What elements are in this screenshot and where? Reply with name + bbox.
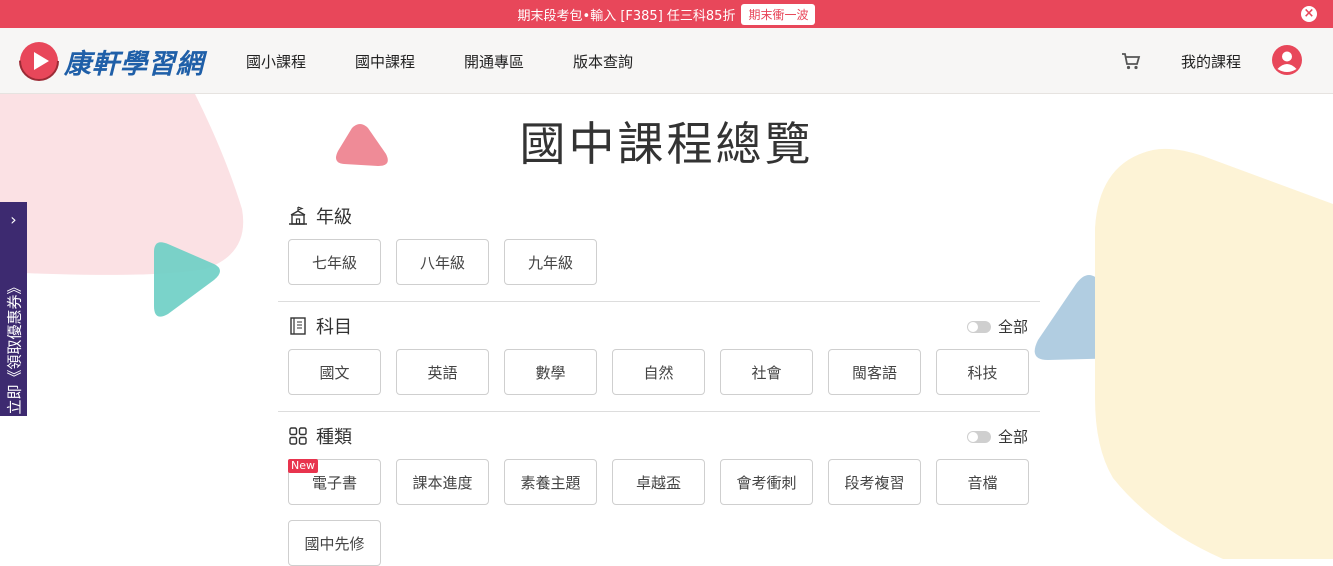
nav-item-junior-high[interactable]: 國中課程: [355, 51, 415, 72]
cart-icon[interactable]: [1121, 52, 1141, 70]
new-badge: New: [288, 459, 318, 473]
category-label: 種類: [316, 427, 352, 448]
category-option-literacy[interactable]: 素養主題: [504, 459, 597, 505]
chevron-right-icon: ›: [10, 210, 17, 229]
subject-option-math[interactable]: 數學: [504, 349, 597, 395]
section-divider: [278, 411, 1040, 412]
subject-option-minnan-hakka[interactable]: 閩客語: [828, 349, 921, 395]
category-all-toggle[interactable]: 全部: [966, 426, 1028, 447]
subject-option-chinese[interactable]: 國文: [288, 349, 381, 395]
subject-section: 科目 全部 國文 英語 數學 自然 社會 閩客語 科技: [278, 314, 1040, 414]
grade-section: 年級 七年級 八年級 九年級: [278, 204, 1040, 304]
nav-item-version-lookup[interactable]: 版本查詢: [573, 51, 633, 72]
decor-yellow-shape: [1095, 148, 1333, 559]
category-option-excellence-cup[interactable]: 卓越盃: [612, 459, 705, 505]
logo-text: 康軒學習網: [64, 48, 204, 80]
toggle-switch[interactable]: [966, 430, 991, 443]
category-option-exam-sprint[interactable]: 會考衝刺: [720, 459, 813, 505]
section-divider: [278, 301, 1040, 302]
promo-cta-button[interactable]: 期末衝一波: [741, 3, 816, 25]
category-option-preview[interactable]: 國中先修: [288, 520, 381, 566]
site-header: 康軒學習網 國小課程 國中課程 開通專區 版本查詢 我的課程: [0, 28, 1333, 94]
grade-option-8[interactable]: 八年級: [396, 239, 489, 285]
promo-bar: 期末段考包•輸入 [F385] 任三科85折 期末衝一波 ×: [0, 0, 1333, 28]
coupon-side-label: 立即《領取優惠券》: [5, 279, 24, 415]
decor-teal-triangle: [154, 242, 220, 317]
category-option-label: 電子書: [311, 473, 357, 492]
subject-all-toggle[interactable]: 全部: [966, 316, 1028, 337]
school-icon: [289, 206, 307, 225]
subject-label: 科目: [316, 317, 352, 338]
coupon-side-tab[interactable]: › 立即《領取優惠券》: [0, 202, 27, 416]
nav-item-elementary[interactable]: 國小課程: [246, 51, 306, 72]
subject-option-science[interactable]: 自然: [612, 349, 705, 395]
page-title: 國中課程總覽: [519, 117, 814, 171]
grade-option-9[interactable]: 九年級: [504, 239, 597, 285]
category-option-term-review[interactable]: 段考複習: [828, 459, 921, 505]
user-avatar-icon[interactable]: [1271, 44, 1303, 76]
logo-play-icon: [19, 41, 59, 81]
category-option-ebook[interactable]: New 電子書: [288, 459, 381, 505]
category-option-progress[interactable]: 課本進度: [396, 459, 489, 505]
category-section: 種類 全部 New 電子書 課本進度 素養主題 卓越盃 會考衝刺 段考複習 音檔…: [278, 424, 1040, 566]
site-logo[interactable]: 康軒學習網: [18, 40, 204, 82]
my-course-link[interactable]: 我的課程: [1181, 51, 1241, 72]
nav-item-activation[interactable]: 開通專區: [464, 51, 524, 72]
grade-header: 年級: [288, 204, 352, 228]
promo-text: 期末段考包•輸入 [F385] 任三科85折: [517, 8, 736, 24]
main-nav: 國小課程 國中課程 開通專區 版本查詢: [246, 28, 682, 94]
subject-option-social[interactable]: 社會: [720, 349, 813, 395]
close-icon[interactable]: ×: [1301, 6, 1317, 22]
category-header: 種類: [288, 424, 352, 448]
subject-option-english[interactable]: 英語: [396, 349, 489, 395]
category-option-audio[interactable]: 音檔: [936, 459, 1029, 505]
subject-all-label: 全部: [997, 318, 1028, 336]
grid-icon: [289, 427, 307, 445]
toggle-switch[interactable]: [966, 320, 991, 333]
book-icon: [290, 317, 306, 335]
category-all-label: 全部: [997, 428, 1028, 446]
grade-label: 年級: [316, 207, 352, 228]
grade-option-7[interactable]: 七年級: [288, 239, 381, 285]
subject-header: 科目: [288, 314, 352, 338]
subject-option-technology[interactable]: 科技: [936, 349, 1029, 395]
